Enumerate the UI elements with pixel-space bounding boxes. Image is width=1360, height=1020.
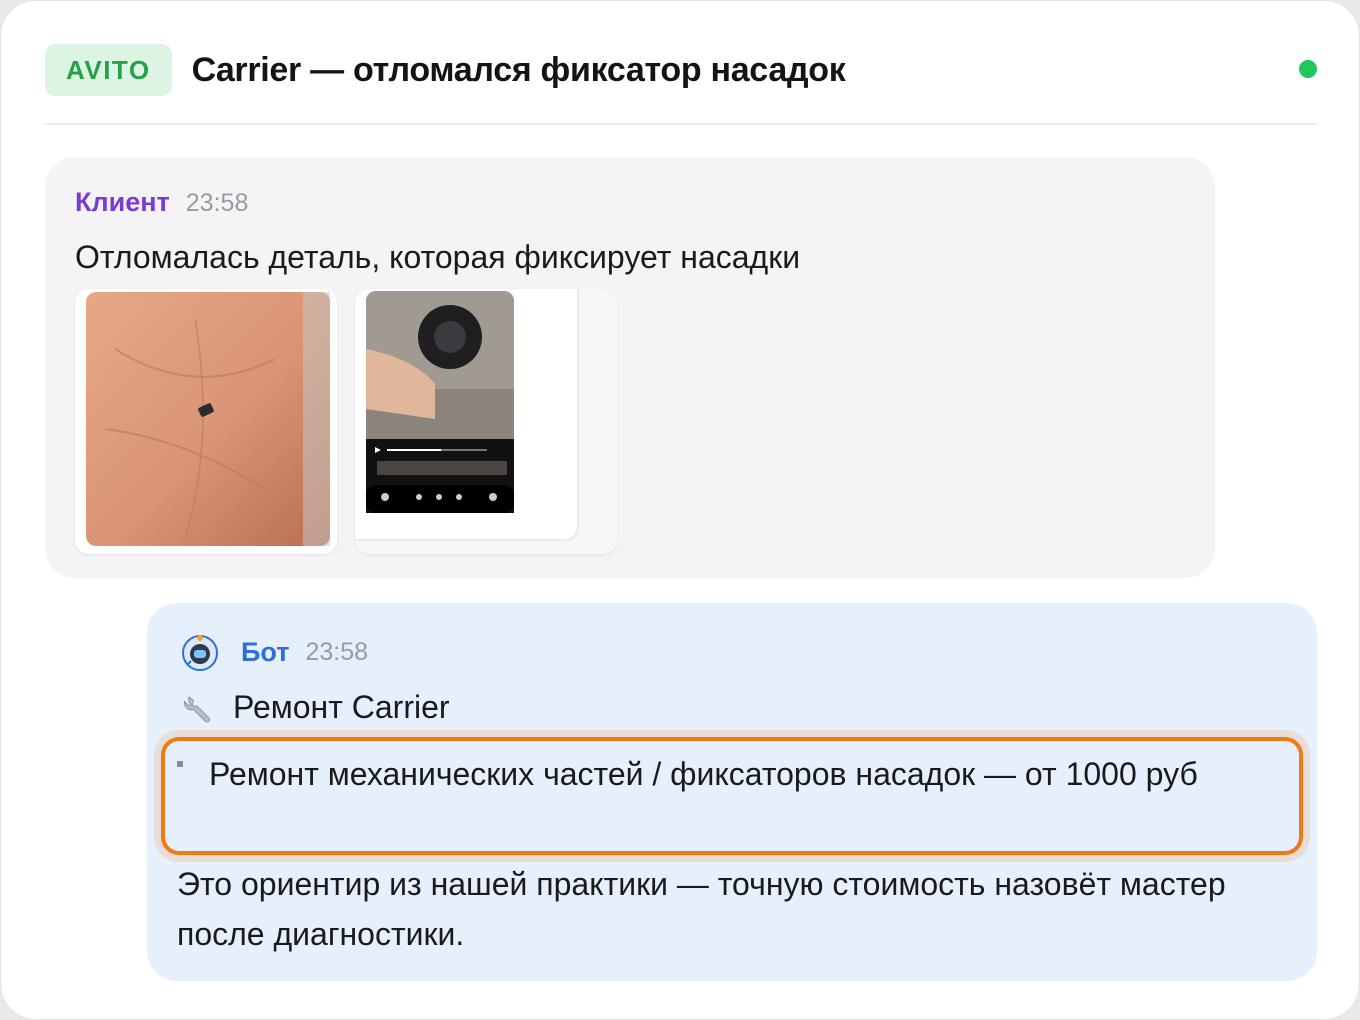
service-title-row: Ремонт Carrier bbox=[181, 689, 450, 726]
client-message: Клиент 23:58 Отломалась деталь, которая … bbox=[45, 157, 1215, 578]
video-screenshot-icon bbox=[366, 291, 514, 513]
chat-title: Carrier — отломался фиксатор насадок bbox=[191, 50, 846, 89]
service-title: Ремонт Carrier bbox=[233, 689, 450, 725]
attachment-video-frame bbox=[355, 289, 577, 539]
message-time: 23:58 bbox=[305, 637, 369, 666]
wrench-icon bbox=[183, 695, 210, 722]
header-divider bbox=[45, 123, 1317, 125]
chat-card: AVITO Carrier — отломался фиксатор насад… bbox=[0, 0, 1360, 1020]
online-status-icon bbox=[1299, 60, 1317, 78]
message-text: Отломалась деталь, которая фиксирует нас… bbox=[75, 239, 801, 275]
bullet-icon bbox=[177, 761, 183, 767]
message-time: 23:58 bbox=[185, 189, 249, 217]
bot-avatar-icon bbox=[182, 635, 218, 671]
message-meta: Бот 23:58 bbox=[181, 633, 368, 671]
bot-message: Бот 23:58 Ремонт Carrier Ремонт механиче… bbox=[147, 603, 1317, 981]
attachment-video[interactable] bbox=[355, 289, 617, 554]
source-badge: AVITO bbox=[45, 44, 172, 96]
attachment-photo[interactable] bbox=[75, 289, 337, 554]
price-item: Ремонт механических частей / фиксаторов … bbox=[209, 756, 1198, 792]
message-text: Это ориентир из нашей практики — точную … bbox=[177, 866, 1226, 952]
message-meta: Клиент 23:58 bbox=[75, 187, 248, 218]
message-author: Клиент bbox=[75, 187, 170, 217]
chat-header: AVITO Carrier — отломался фиксатор насад… bbox=[45, 43, 1317, 97]
message-author: Бот bbox=[241, 636, 290, 667]
photo-palm-icon bbox=[86, 292, 330, 546]
